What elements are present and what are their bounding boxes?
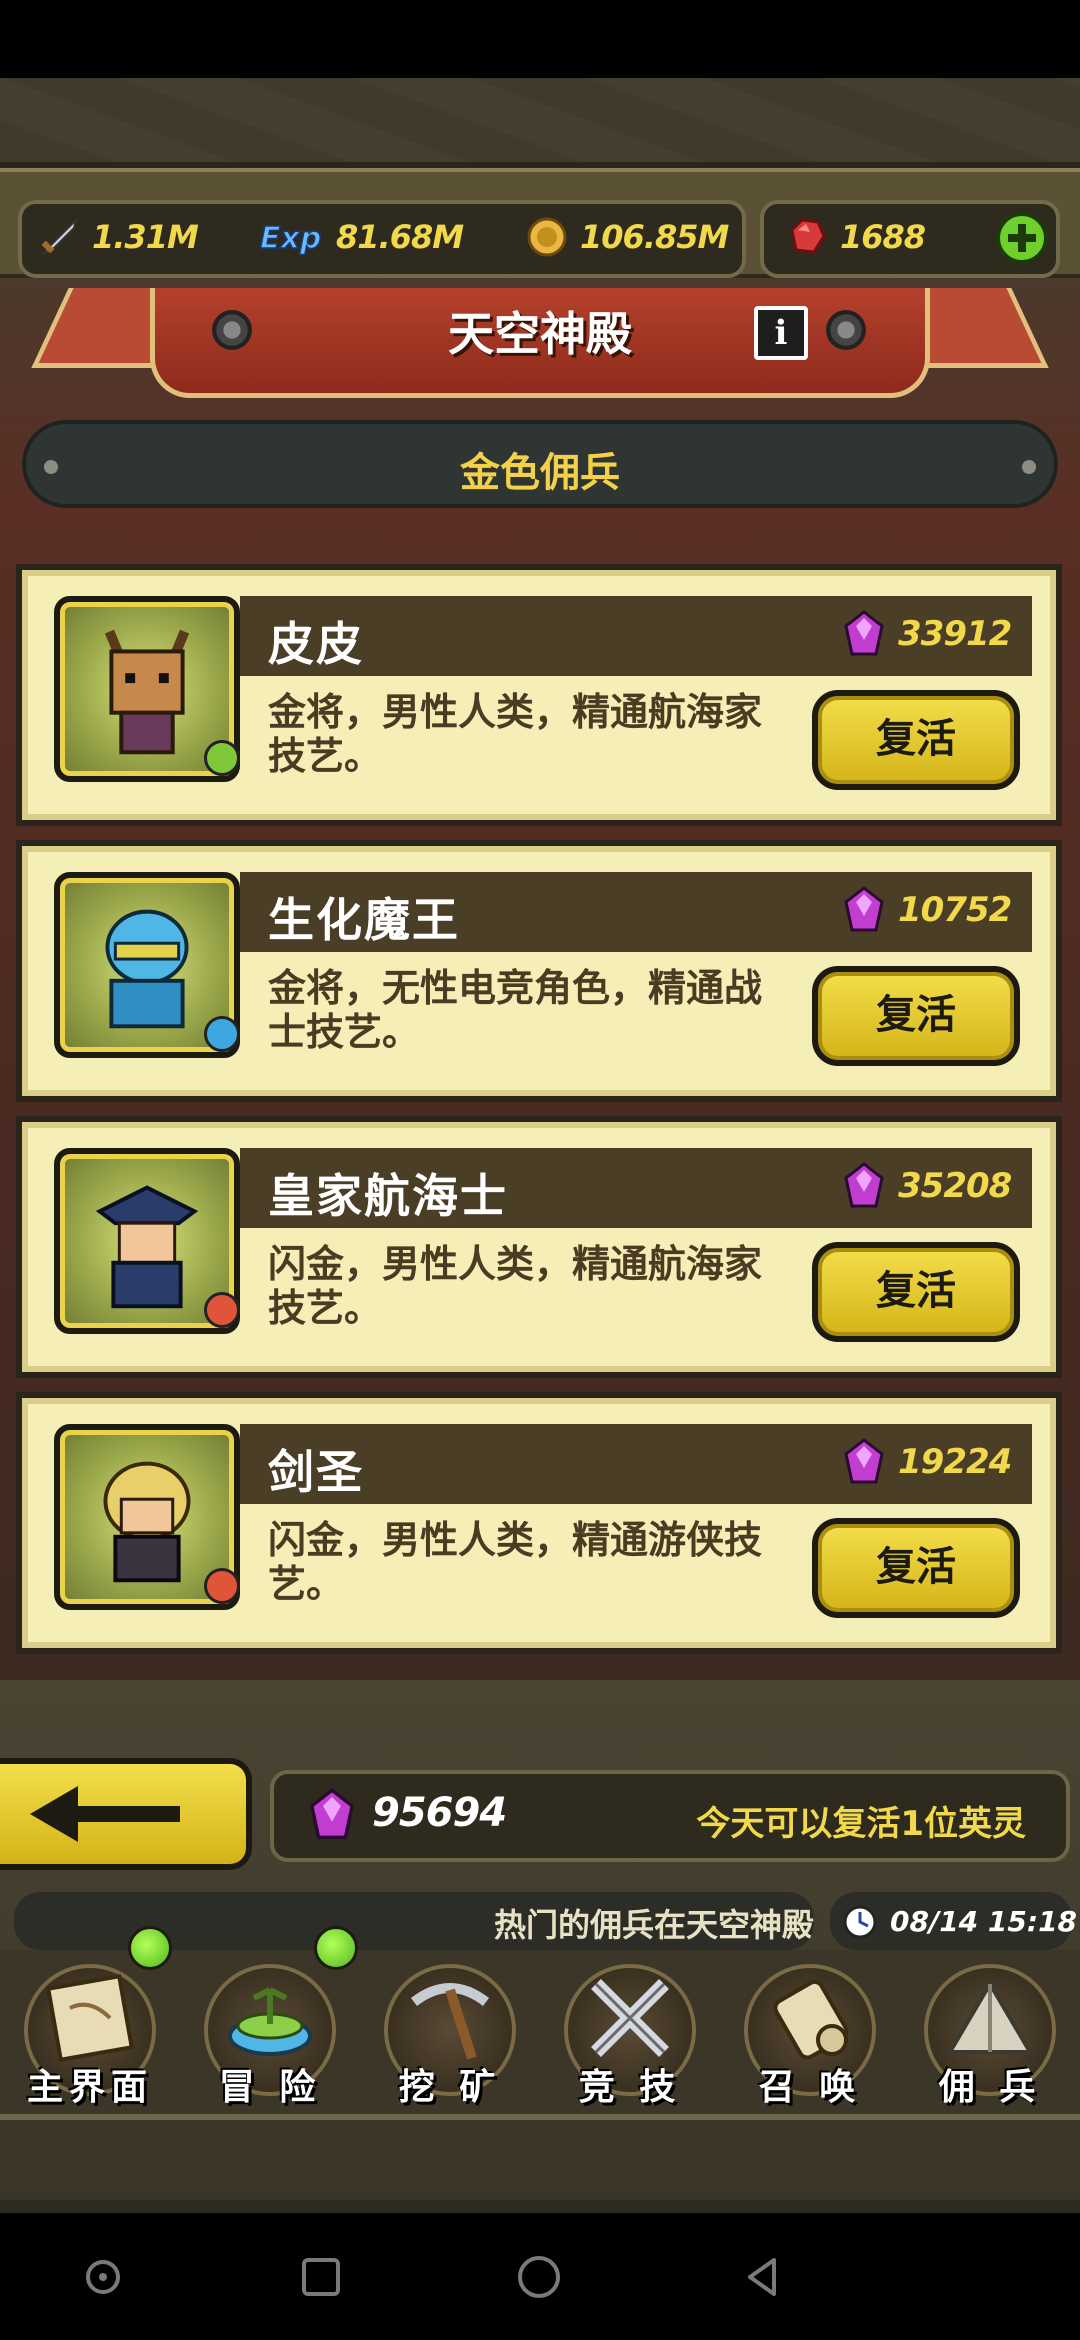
hero-name: 生化魔王	[268, 893, 460, 947]
assist-button[interactable]	[78, 2252, 128, 2302]
hero-card: 皇家航海士 35208 闪金，男性人类，精通航海家技艺。 复活	[16, 1116, 1062, 1378]
revive-button[interactable]: 复活	[812, 966, 1020, 1066]
hero-badge	[204, 1292, 240, 1328]
hero-portrait	[54, 872, 240, 1058]
datetime: 08/14 15:18	[890, 1905, 1078, 1938]
power-value: 1.31M	[92, 218, 199, 256]
add-ruby-button[interactable]	[994, 210, 1050, 266]
category-label: 金色佣兵	[460, 450, 620, 496]
clock-icon	[843, 1905, 877, 1939]
notification-dot	[314, 1926, 358, 1970]
recent-apps-button[interactable]	[296, 2252, 346, 2302]
purple-gem-icon	[309, 1788, 355, 1839]
svg-text:Exp: Exp	[260, 221, 321, 256]
nav-label: 佣 兵	[938, 2067, 1042, 2108]
scroll-map-icon	[45, 1973, 135, 2063]
ticker-text: 热门的佣兵在天空神殿	[493, 1906, 814, 1944]
hero-card: 剑圣 19224 闪金，男性人类，精通游侠技艺。 复活	[16, 1392, 1062, 1654]
hero-badge	[204, 740, 240, 776]
hero-name: 皇家航海士	[268, 1169, 508, 1223]
back-button[interactable]	[0, 1758, 252, 1870]
hero-cost: 10752	[898, 890, 1012, 930]
hero-portrait	[54, 596, 240, 782]
pickaxe-icon	[410, 1983, 490, 2060]
back-nav-button[interactable]	[738, 2252, 788, 2302]
nav-adventure[interactable]: 冒 险	[190, 1958, 350, 2108]
page-title: 天空神殿	[448, 307, 632, 361]
ruby-stat: 1688	[784, 214, 926, 260]
hero-badge	[204, 1016, 240, 1052]
gold-stat: 106.85M	[524, 214, 729, 260]
notification-dot	[128, 1926, 172, 1970]
power-stat: 1.31M	[36, 214, 199, 260]
nav-label: 竞 技	[578, 2067, 682, 2108]
arrow-left-icon	[30, 1786, 180, 1842]
gold-value: 106.85M	[580, 218, 729, 256]
nav-label: 召 唤	[758, 2067, 862, 2108]
hero-cost: 19224	[898, 1442, 1012, 1482]
hero-name: 皮皮	[268, 617, 364, 671]
tent-icon	[946, 1980, 1034, 2054]
hero-card: 皮皮 33912 金将，男性人类，精通航海家技艺。 复活	[16, 564, 1062, 826]
island-icon	[228, 1987, 312, 2056]
gold-coin-icon	[527, 217, 567, 257]
revive-button[interactable]: 复活	[812, 1518, 1020, 1618]
hero-cost: 35208	[898, 1166, 1012, 1206]
hero-name: 剑圣	[268, 1445, 364, 1499]
nav-summon[interactable]: 召 唤	[730, 1958, 890, 2108]
nav-label: 挖 矿	[398, 2067, 502, 2108]
nav-arena[interactable]: 竞 技	[550, 1958, 710, 2108]
hero-description: 闪金，男性人类，精通游侠技艺。	[268, 1518, 763, 1606]
hero-description: 闪金，男性人类，精通航海家技艺。	[268, 1242, 763, 1330]
ruby-icon	[790, 218, 826, 254]
nav-main[interactable]: 主界面	[10, 1958, 170, 2108]
nav-label: 主界面	[26, 2067, 153, 2108]
hero-description: 金将，无性电竞角色，精通战士技艺。	[268, 966, 763, 1054]
hero-card: 生化魔王 10752 金将，无性电竞角色，精通战士技艺。 复活	[16, 840, 1062, 1102]
hero-description: 金将，男性人类，精通航海家技艺。	[268, 690, 763, 778]
revive-button[interactable]: 复活	[812, 690, 1020, 790]
sword-icon	[41, 216, 78, 255]
revive-button[interactable]: 复活	[812, 1242, 1020, 1342]
crossed-swords-icon	[591, 1979, 669, 2057]
hero-badge	[204, 1568, 240, 1604]
top-rock-border	[0, 78, 1080, 168]
revive-limit-note: 今天可以复活1位英灵	[696, 1804, 1026, 1844]
purple-gem-icon	[844, 1162, 884, 1208]
ruby-value: 1688	[840, 218, 926, 256]
exp-value: 81.68M	[336, 218, 464, 256]
summon-scroll-icon	[773, 1979, 849, 2060]
gem-total: 95694	[372, 1790, 507, 1836]
purple-gem-icon	[844, 886, 884, 932]
status-bar	[0, 0, 1080, 78]
purple-gem-icon	[844, 1438, 884, 1484]
exp-stat: Exp 81.68M	[256, 214, 464, 260]
info-button[interactable]: i	[754, 306, 808, 360]
hero-portrait	[54, 1148, 240, 1334]
hero-portrait	[54, 1424, 240, 1610]
purple-gem-icon	[844, 610, 884, 656]
exp-icon: Exp	[259, 220, 322, 257]
home-button[interactable]	[514, 2252, 564, 2302]
hero-cost: 33912	[898, 614, 1012, 654]
nav-mercenary[interactable]: 佣 兵	[910, 1958, 1070, 2108]
nav-mining[interactable]: 挖 矿	[370, 1958, 530, 2108]
nav-label: 冒 险	[218, 2067, 322, 2108]
